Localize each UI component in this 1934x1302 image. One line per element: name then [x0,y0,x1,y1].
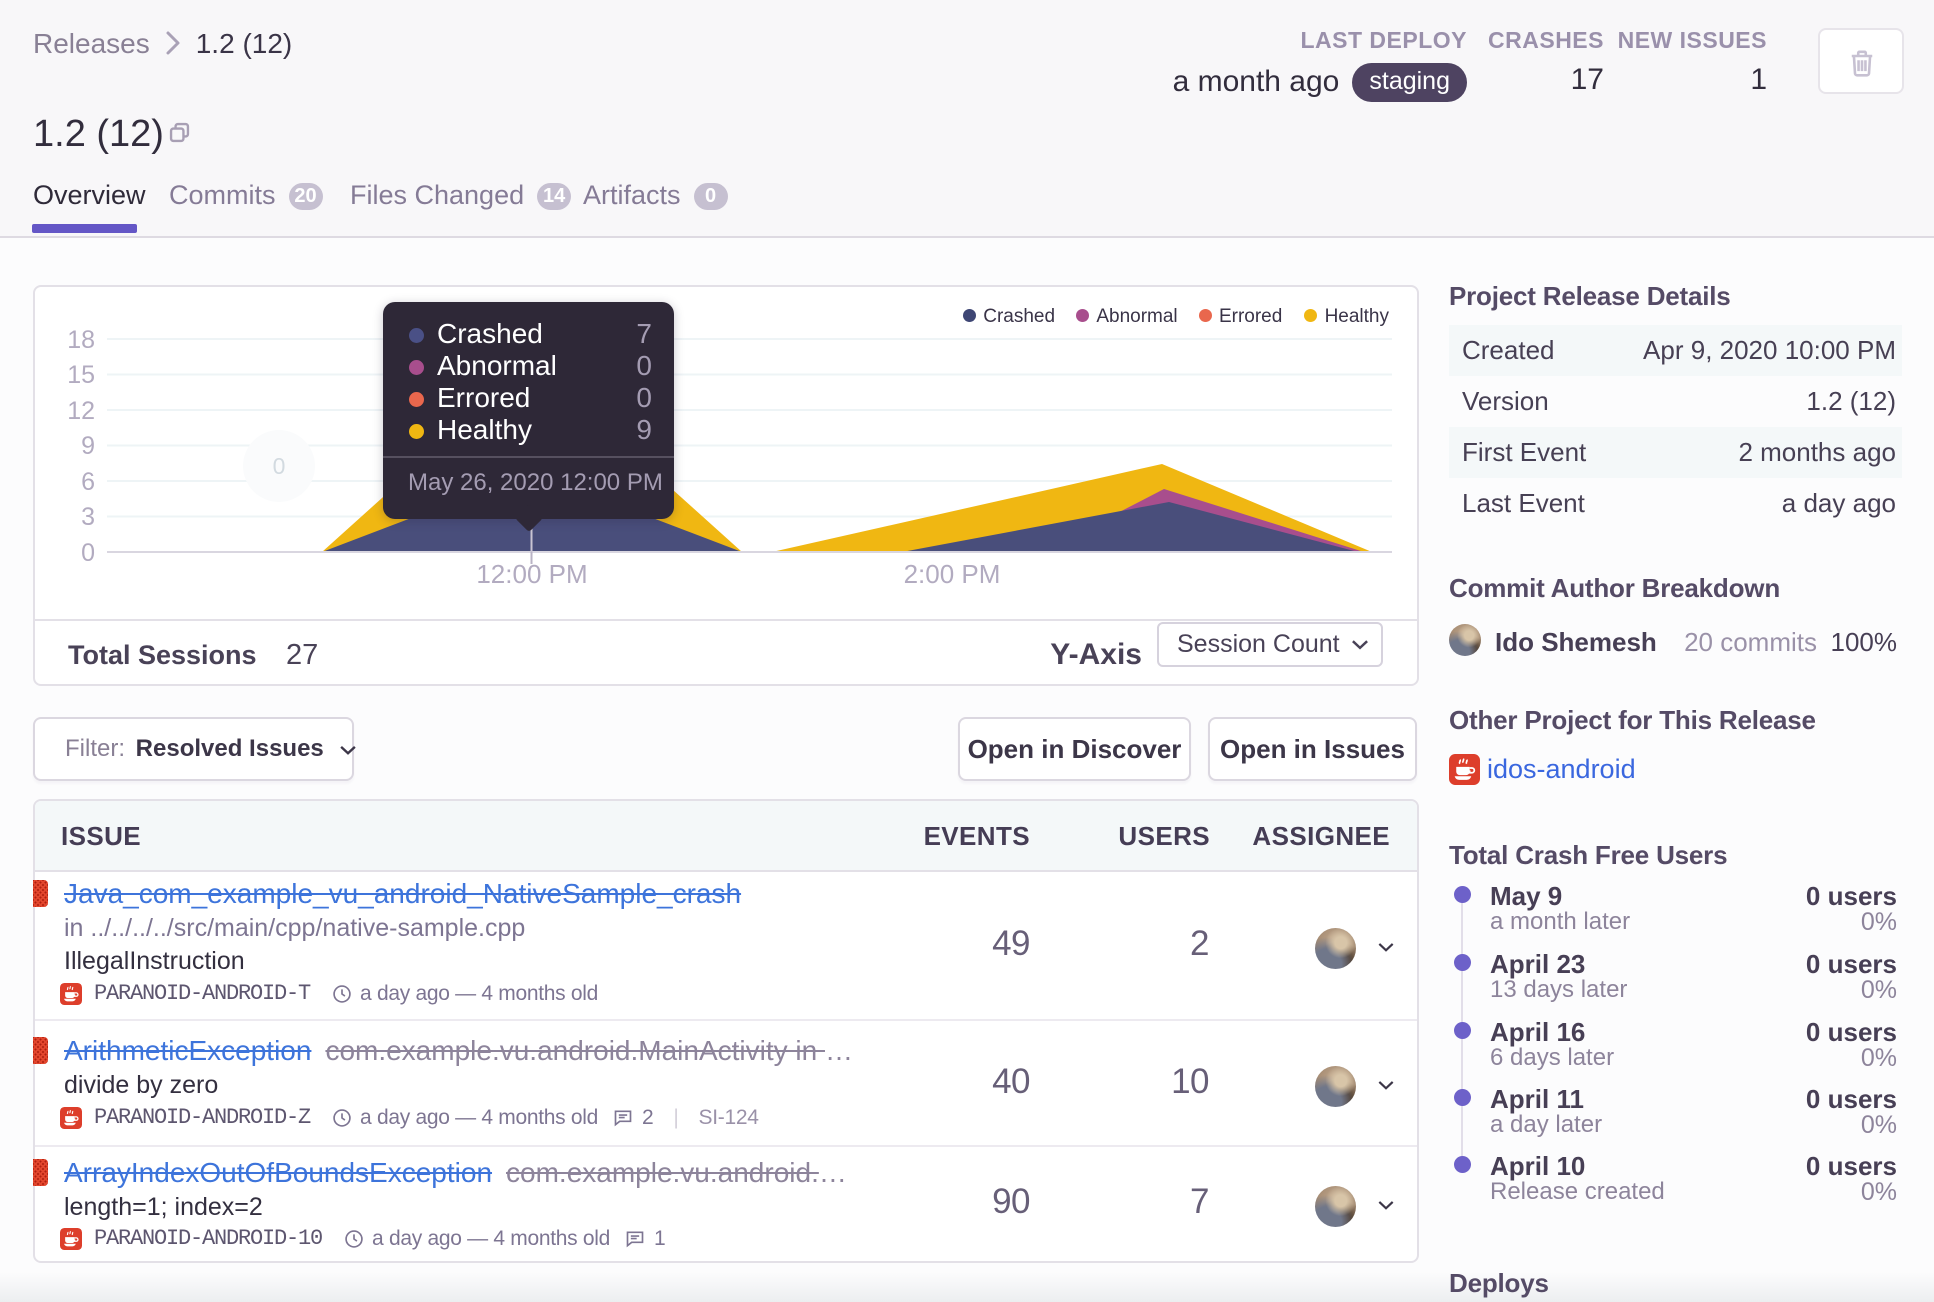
svg-text:2:00 PM: 2:00 PM [904,559,1001,589]
svg-text:12: 12 [67,397,95,425]
svg-text:18: 18 [67,326,95,354]
svg-text:6: 6 [81,468,95,496]
svg-text:3: 3 [81,503,95,531]
svg-text:0: 0 [81,539,95,567]
svg-text:15: 15 [67,361,95,389]
svg-text:9: 9 [81,432,95,460]
svg-text:12:00 PM: 12:00 PM [476,559,587,589]
svg-text:0: 0 [273,453,286,479]
